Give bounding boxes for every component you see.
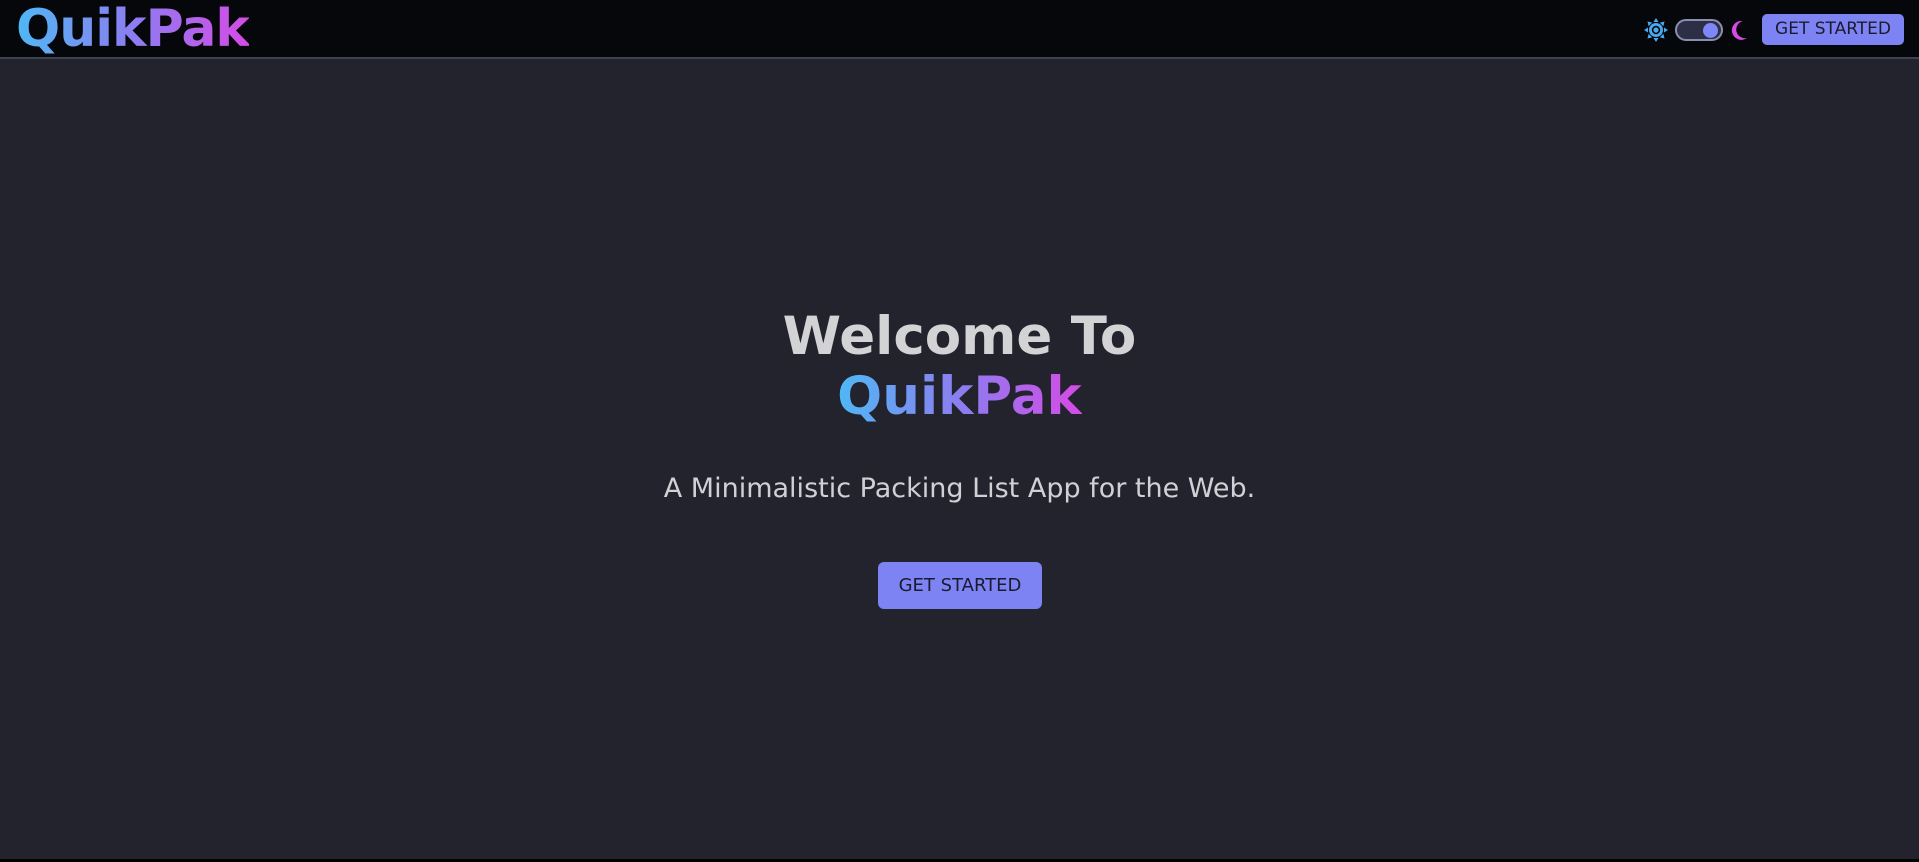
get-started-button[interactable]: GET STARTED	[1762, 14, 1904, 45]
theme-toggle[interactable]	[1675, 18, 1724, 41]
sun-icon[interactable]	[1643, 17, 1669, 43]
navbar: QuikPak GET STARTED	[0, 0, 1919, 59]
logo[interactable]: QuikPak	[16, 0, 250, 59]
nav-actions: GET STARTED	[1643, 14, 1904, 45]
moon-icon[interactable]	[1729, 19, 1751, 41]
hero-heading: Welcome To	[782, 306, 1137, 367]
hero-brand: QuikPak	[0, 367, 1919, 427]
app-root: QuikPak GET STARTED Welcome To QuikPak A…	[0, 0, 1919, 859]
hero-brand-text: QuikPak	[837, 366, 1082, 427]
hero-tagline: A Minimalistic Packing List App for the …	[663, 473, 1256, 504]
toggle-knob	[1703, 22, 1719, 38]
hero-section: Welcome To QuikPak A Minimalistic Packin…	[0, 59, 1919, 859]
hero-get-started-button[interactable]: GET STARTED	[878, 562, 1042, 609]
